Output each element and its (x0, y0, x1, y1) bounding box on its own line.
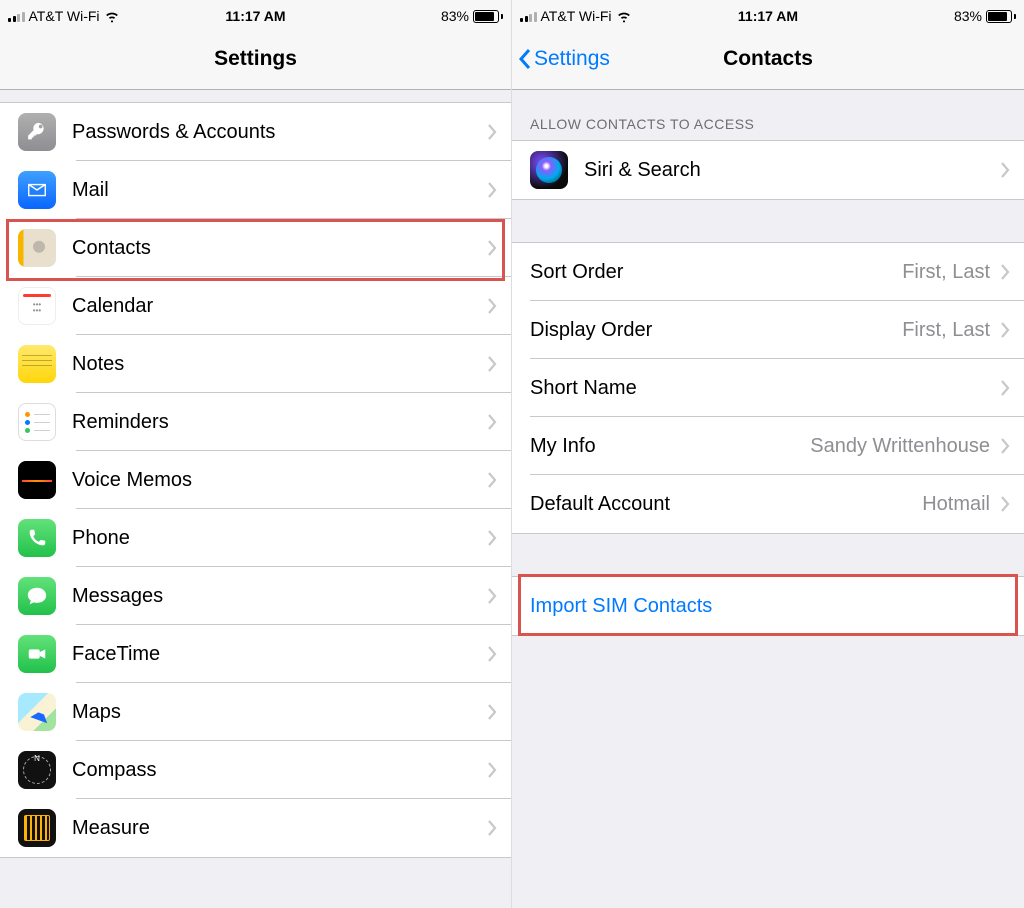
navbar-contacts: Settings Contacts (512, 28, 1024, 90)
messages-icon (18, 577, 56, 615)
row-siri-search[interactable]: Siri & Search (512, 141, 1024, 199)
notes-icon (18, 345, 56, 383)
chevron-right-icon (487, 704, 497, 720)
import-sim-group: Import SIM Contacts (512, 576, 1024, 636)
measure-icon (18, 809, 56, 847)
row-short-name[interactable]: Short Name (512, 359, 1024, 417)
chevron-right-icon (487, 762, 497, 778)
facetime-icon (18, 635, 56, 673)
row-maps[interactable]: Maps (0, 683, 511, 741)
value-display-order: First, Last (902, 319, 990, 342)
page-title: Settings (214, 47, 297, 71)
chevron-right-icon (1000, 380, 1010, 396)
compass-icon (18, 751, 56, 789)
mail-icon (18, 171, 56, 209)
page-title: Contacts (723, 47, 813, 71)
row-my-info[interactable]: My Info Sandy Writtenhouse (512, 417, 1024, 475)
chevron-right-icon (487, 820, 497, 836)
siri-icon (530, 151, 568, 189)
reminders-icon (18, 403, 56, 441)
navbar-settings: Settings (0, 28, 511, 90)
chevron-right-icon (487, 182, 497, 198)
value-sort-order: First, Last (902, 261, 990, 284)
wifi-icon (616, 8, 632, 24)
row-reminders[interactable]: Reminders (0, 393, 511, 451)
row-sort-order[interactable]: Sort Order First, Last (512, 243, 1024, 301)
carrier-label: AT&T Wi-Fi (541, 8, 612, 24)
settings-list: Passwords & Accounts Mail Contacts Calen… (0, 102, 511, 858)
siri-search-group: Siri & Search (512, 140, 1024, 200)
voice-memos-icon (18, 461, 56, 499)
chevron-right-icon (487, 530, 497, 546)
screenshot-contacts-settings: AT&T Wi-Fi 11:17 AM 83% Settings Contact… (512, 0, 1024, 908)
value-my-info: Sandy Writtenhouse (810, 435, 990, 458)
screenshot-settings-root: AT&T Wi-Fi 11:17 AM 83% Settings Passwor… (0, 0, 512, 908)
calendar-icon (18, 287, 56, 325)
contacts-icon (18, 229, 56, 267)
clock-label: 11:17 AM (738, 8, 798, 24)
row-passwords-accounts[interactable]: Passwords & Accounts (0, 103, 511, 161)
row-contacts[interactable]: Contacts (0, 219, 511, 277)
chevron-right-icon (487, 414, 497, 430)
chevron-right-icon (1000, 322, 1010, 338)
row-messages[interactable]: Messages (0, 567, 511, 625)
chevron-right-icon (487, 472, 497, 488)
chevron-right-icon (487, 124, 497, 140)
contacts-options-group: Sort Order First, Last Display Order Fir… (512, 242, 1024, 534)
row-facetime[interactable]: FaceTime (0, 625, 511, 683)
clock-label: 11:17 AM (225, 8, 285, 24)
row-notes[interactable]: Notes (0, 335, 511, 393)
row-display-order[interactable]: Display Order First, Last (512, 301, 1024, 359)
battery-pct-label: 83% (954, 8, 982, 24)
back-label: Settings (534, 47, 610, 71)
row-calendar[interactable]: Calendar (0, 277, 511, 335)
chevron-right-icon (1000, 264, 1010, 280)
chevron-right-icon (487, 646, 497, 662)
chevron-right-icon (487, 588, 497, 604)
row-measure[interactable]: Measure (0, 799, 511, 857)
key-icon (18, 113, 56, 151)
row-voice-memos[interactable]: Voice Memos (0, 451, 511, 509)
cell-signal-icon (8, 10, 25, 22)
row-compass[interactable]: Compass (0, 741, 511, 799)
chevron-right-icon (487, 298, 497, 314)
status-bar: AT&T Wi-Fi 11:17 AM 83% (512, 0, 1024, 28)
row-mail[interactable]: Mail (0, 161, 511, 219)
section-header-allow-access: ALLOW CONTACTS TO ACCESS (512, 90, 1024, 140)
chevron-right-icon (487, 240, 497, 256)
phone-icon (18, 519, 56, 557)
battery-icon (986, 10, 1016, 23)
chevron-left-icon (518, 48, 532, 70)
value-default-account: Hotmail (922, 493, 990, 516)
chevron-right-icon (1000, 162, 1010, 178)
battery-icon (473, 10, 503, 23)
cell-signal-icon (520, 10, 537, 22)
row-phone[interactable]: Phone (0, 509, 511, 567)
status-bar: AT&T Wi-Fi 11:17 AM 83% (0, 0, 511, 28)
chevron-right-icon (1000, 496, 1010, 512)
row-import-sim-contacts[interactable]: Import SIM Contacts (512, 577, 1024, 635)
chevron-right-icon (487, 356, 497, 372)
carrier-label: AT&T Wi-Fi (29, 8, 100, 24)
back-button[interactable]: Settings (518, 47, 610, 71)
maps-icon (18, 693, 56, 731)
row-default-account[interactable]: Default Account Hotmail (512, 475, 1024, 533)
chevron-right-icon (1000, 438, 1010, 454)
wifi-icon (104, 8, 120, 24)
battery-pct-label: 83% (441, 8, 469, 24)
